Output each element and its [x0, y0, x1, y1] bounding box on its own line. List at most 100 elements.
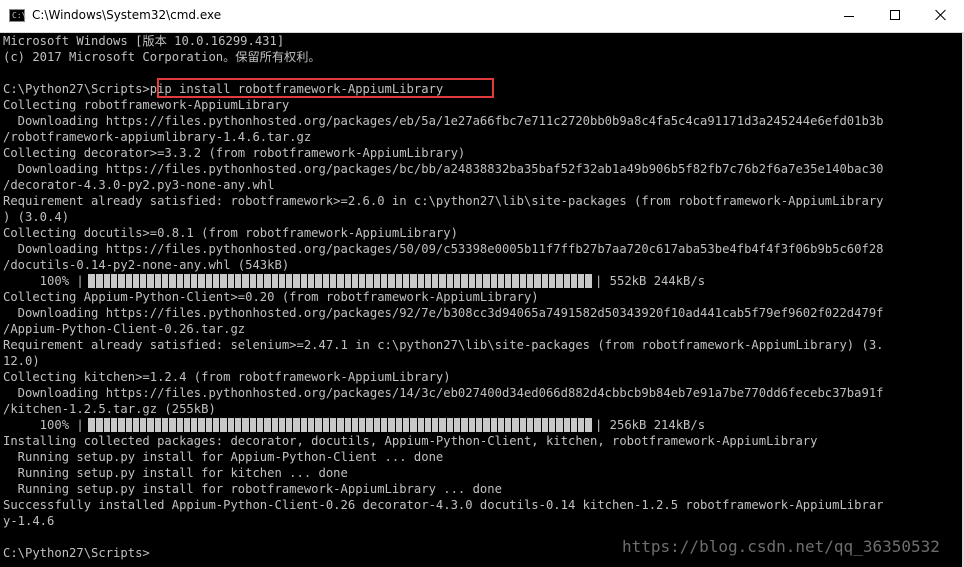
- console-line: (c) 2017 Microsoft Corporation。保留所有权利。: [3, 50, 321, 64]
- progress-segment-divider: [490, 418, 491, 432]
- progress-segment-divider: [402, 418, 403, 432]
- progress-segment-divider: [234, 418, 235, 432]
- progress-segment-divider: [278, 274, 279, 288]
- progress-segment-divider: [438, 418, 439, 432]
- progress-segment-divider: [95, 274, 96, 288]
- maximize-button[interactable]: [872, 0, 918, 32]
- console-line: Collecting Appium-Python-Client>=0.20 (f…: [3, 290, 539, 304]
- progress-segment-divider: [490, 274, 491, 288]
- progress-segment-divider: [139, 418, 140, 432]
- progress-segment-divider: [292, 418, 293, 432]
- progress-segment-divider: [219, 418, 220, 432]
- console-line: 100% |: [3, 274, 84, 288]
- progress-segment-divider: [570, 418, 571, 432]
- progress-segment-divider: [161, 418, 162, 432]
- progress-segment-divider: [526, 274, 527, 288]
- progress-segment-divider: [570, 274, 571, 288]
- progress-segment-divider: [344, 274, 345, 288]
- title-bar[interactable]: C:\ C:\Windows\System32\cmd.exe: [0, 0, 964, 33]
- progress-segment-divider: [424, 274, 425, 288]
- progress-segment-divider: [417, 418, 418, 432]
- console-line: y-1.4.6: [3, 514, 55, 528]
- progress-segment-divider: [314, 418, 315, 432]
- progress-segment-divider: [365, 418, 366, 432]
- progress-segment-divider: [314, 274, 315, 288]
- minimize-icon: [844, 16, 854, 17]
- progress-segment-divider: [117, 274, 118, 288]
- progress-segment-divider: [278, 418, 279, 432]
- progress-segment-divider: [110, 274, 111, 288]
- progress-segment-divider: [563, 274, 564, 288]
- progress-segment-divider: [555, 274, 556, 288]
- progress-segment-divider: [322, 418, 323, 432]
- progress-segment-divider: [519, 418, 520, 432]
- progress-fill: [88, 274, 593, 288]
- console-line: /robotframework-appiumlibrary-1.4.6.tar.…: [3, 130, 312, 144]
- progress-segment-divider: [497, 418, 498, 432]
- cmd-app-icon[interactable]: C:\: [9, 9, 26, 22]
- progress-segment-divider: [322, 274, 323, 288]
- console-line: Collecting decorator>=3.3.2 (from robotf…: [3, 146, 466, 160]
- console-line: Downloading https://files.pythonhosted.o…: [3, 114, 884, 128]
- progress-segment-divider: [563, 418, 564, 432]
- progress-segment-divider: [533, 418, 534, 432]
- progress-segment-divider: [154, 418, 155, 432]
- close-button[interactable]: [918, 0, 964, 32]
- progress-segment-divider: [190, 418, 191, 432]
- progress-segment-divider: [351, 418, 352, 432]
- progress-segment-divider: [132, 418, 133, 432]
- progress-segment-divider: [146, 274, 147, 288]
- progress-segment-divider: [497, 274, 498, 288]
- progress-segment-divider: [504, 418, 505, 432]
- console-output[interactable]: Microsoft Windows [版本 10.0.16299.431] (c)…: [0, 33, 962, 567]
- minimize-button[interactable]: [826, 0, 872, 32]
- console-line: /Appium-Python-Client-0.26.tar.gz: [3, 322, 246, 336]
- progress-segment-divider: [95, 418, 96, 432]
- progress-segment-divider: [263, 418, 264, 432]
- console-line: Collecting robotframework-AppiumLibrary: [3, 98, 290, 112]
- progress-segment-divider: [263, 274, 264, 288]
- console-line: Requirement already satisfied: robotfram…: [3, 194, 884, 208]
- console-line: Microsoft Windows [版本 10.0.16299.431]: [3, 34, 285, 48]
- progress-segment-divider: [526, 418, 527, 432]
- progress-segment-divider: [125, 274, 126, 288]
- progress-segment-divider: [548, 274, 549, 288]
- progress-segment-divider: [344, 418, 345, 432]
- progress-segment-divider: [292, 274, 293, 288]
- progress-segment-divider: [132, 274, 133, 288]
- maximize-icon: [890, 10, 900, 20]
- progress-segment-divider: [380, 418, 381, 432]
- download-progress-bar: [88, 274, 593, 288]
- console-line: /docutils-0.14-py2-none-any.whl (543kB): [3, 258, 290, 272]
- progress-segment-divider: [577, 418, 578, 432]
- progress-segment-divider: [103, 418, 104, 432]
- progress-segment-divider: [584, 274, 585, 288]
- progress-segment-divider: [205, 274, 206, 288]
- console-line: C:\Python27\Scripts>: [3, 546, 150, 560]
- progress-segment-divider: [336, 274, 337, 288]
- console-line: C:\Python27\Scripts>pip install robotfra…: [3, 82, 444, 96]
- progress-segment-divider: [358, 418, 359, 432]
- progress-fill: [88, 418, 593, 432]
- progress-segment-divider: [285, 418, 286, 432]
- progress-segment-divider: [395, 418, 396, 432]
- console-line: Collecting docutils>=0.8.1 (from robotfr…: [3, 226, 458, 240]
- progress-segment-divider: [424, 418, 425, 432]
- console-line: 12.0): [3, 354, 40, 368]
- progress-segment-divider: [285, 274, 286, 288]
- progress-segment-divider: [300, 274, 301, 288]
- progress-segment-divider: [541, 274, 542, 288]
- progress-segment-divider: [110, 418, 111, 432]
- progress-segment-divider: [555, 418, 556, 432]
- progress-segment-divider: [168, 274, 169, 288]
- console-line: Downloading https://files.pythonhosted.o…: [3, 242, 884, 256]
- progress-segment-divider: [446, 274, 447, 288]
- progress-segment-divider: [190, 274, 191, 288]
- progress-segment-divider: [402, 274, 403, 288]
- progress-segment-divider: [307, 418, 308, 432]
- progress-segment-divider: [541, 418, 542, 432]
- progress-stats: | 552kB 244kB/s: [595, 274, 706, 288]
- progress-segment-divider: [482, 274, 483, 288]
- progress-segment-divider: [168, 418, 169, 432]
- progress-stats: | 256kB 214kB/s: [595, 418, 706, 432]
